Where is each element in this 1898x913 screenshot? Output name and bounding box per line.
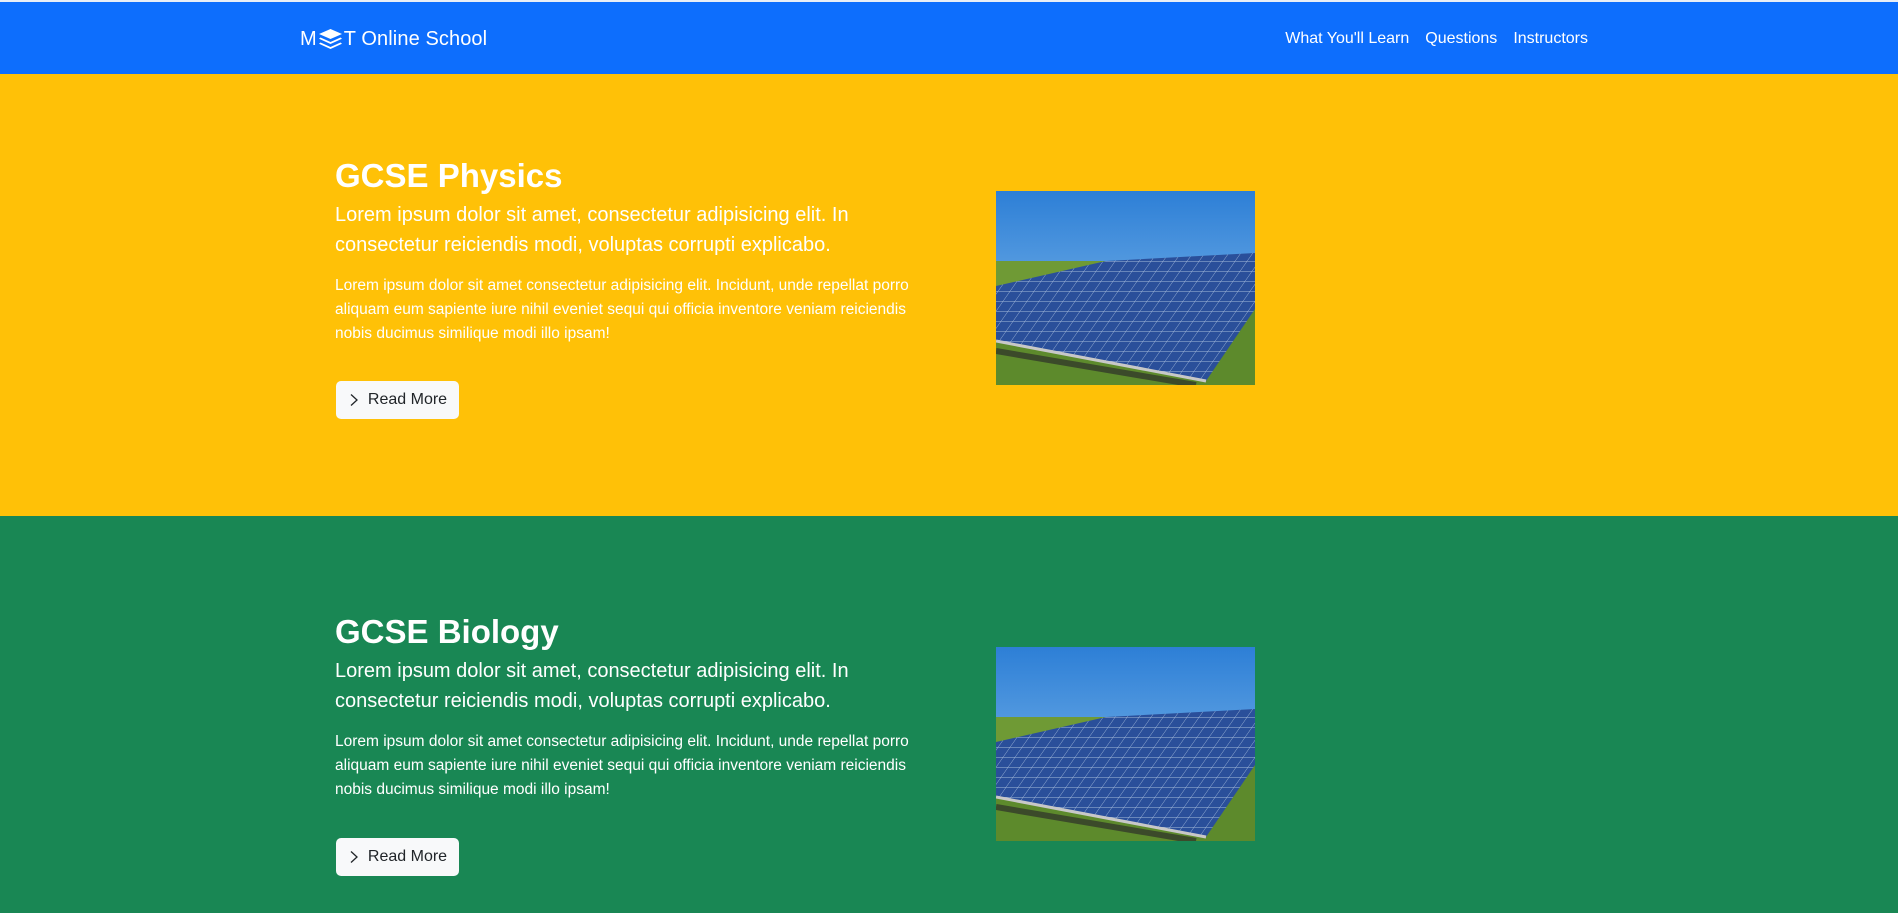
main-nav: What You'll Learn Questions Instructors: [1285, 26, 1588, 52]
nav-link-instructors[interactable]: Instructors: [1513, 26, 1588, 52]
nav-link-what-youll-learn[interactable]: What You'll Learn: [1285, 26, 1409, 52]
chevron-right-icon: [350, 394, 358, 406]
nav-link-questions[interactable]: Questions: [1425, 26, 1497, 52]
biology-body: Lorem ipsum dolor sit amet consectetur a…: [335, 733, 909, 798]
physics-read-more-button[interactable]: Read More: [336, 381, 459, 419]
solar-panels-image: [996, 191, 1255, 385]
physics-section: GCSE Physics Lorem ipsum dolor sit amet,…: [0, 74, 1898, 516]
read-more-label: Read More: [367, 391, 448, 408]
physics-content: GCSE Physics Lorem ipsum dolor sit amet,…: [335, 156, 940, 346]
read-more-label: Read More: [367, 848, 448, 865]
brand-logo[interactable]: M T Online School: [300, 26, 487, 52]
brand-prefix: M: [300, 27, 317, 50]
physics-body: Lorem ipsum dolor sit amet consectetur a…: [335, 277, 909, 342]
layers-icon: [318, 29, 342, 49]
biology-content: GCSE Biology Lorem ipsum dolor sit amet,…: [335, 612, 940, 802]
biology-title: GCSE Biology: [335, 613, 559, 650]
navbar: M T Online School What You'll Learn Ques…: [0, 2, 1898, 74]
biology-lead: Lorem ipsum dolor sit amet, consectetur …: [335, 660, 849, 712]
brand-name: T Online School: [343, 27, 488, 50]
biology-read-more-button[interactable]: Read More: [336, 838, 459, 876]
physics-title: GCSE Physics: [335, 157, 563, 194]
chevron-right-icon: [350, 851, 358, 863]
physics-lead: Lorem ipsum dolor sit amet, consectetur …: [335, 204, 849, 256]
solar-panels-image: [996, 647, 1255, 841]
biology-section: GCSE Biology Lorem ipsum dolor sit amet,…: [0, 516, 1898, 913]
